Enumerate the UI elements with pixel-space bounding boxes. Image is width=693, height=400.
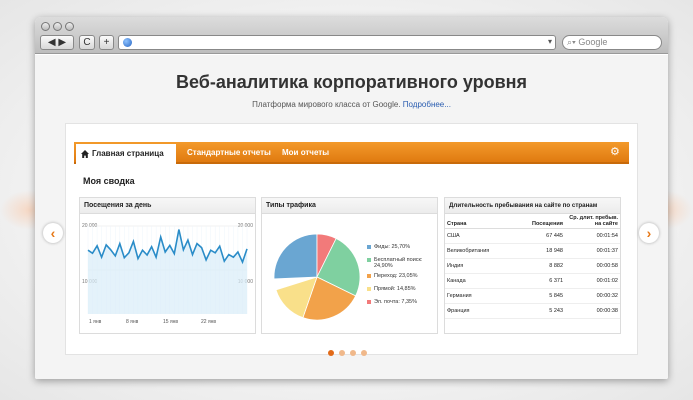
table-header-row: Страна Посещения Ср. длит. пребыв. на са… xyxy=(445,214,620,229)
table-row: Германия 5 845 00:00:32 xyxy=(445,288,620,304)
globe-icon xyxy=(123,38,132,47)
country-duration-panel: Длительность пребывания на сайте по стра… xyxy=(444,197,621,334)
cell-country: Франция xyxy=(445,303,515,319)
cell-duration: 00:00:32 xyxy=(565,288,620,304)
tab-bar: Главная страница Стандартные отчеты Мои … xyxy=(74,142,629,164)
date-label-4: 22 янв xyxy=(201,319,217,325)
next-slide-arrow[interactable]: › xyxy=(639,223,659,243)
legend-referral: Переход: 23,05% xyxy=(367,273,418,279)
cell-visits: 67 445 xyxy=(515,228,565,244)
reload-button[interactable]: C xyxy=(79,35,95,50)
cell-country: Великобритания xyxy=(445,243,515,259)
maximize-traffic-light[interactable] xyxy=(65,22,74,31)
table-row: Индия 8 882 00:00:58 xyxy=(445,258,620,274)
date-label-3: 15 янв xyxy=(163,319,179,325)
page-subtitle: Платформа мирового класса от Google. Под… xyxy=(35,100,668,109)
gear-icon[interactable]: ⚙ xyxy=(610,147,621,158)
back-forward-button[interactable]: ◀ ▶ xyxy=(40,35,74,50)
tab-my-reports[interactable]: Мои отчеты xyxy=(282,142,329,164)
legend-label: Бесплатный поиск: 24,90% xyxy=(374,257,423,269)
tab-standard-reports[interactable]: Стандартные отчеты xyxy=(187,142,271,164)
table-row: США 67 445 00:01:54 xyxy=(445,228,620,244)
visits-panel: Посещения за день 20 000 10 000 20 000 1… xyxy=(79,197,256,334)
cell-visits: 5 243 xyxy=(515,303,565,319)
table-row: Франция 5 243 00:00:38 xyxy=(445,303,620,319)
slide-dot-1[interactable] xyxy=(328,350,334,356)
legend-email: Эл. почта: 7,35% xyxy=(367,299,417,305)
page-title: Веб-аналитика корпоративного уровня xyxy=(175,72,528,92)
table-body: США 67 445 00:01:54 Великобритания 18 948 00:… xyxy=(445,228,620,319)
home-icon xyxy=(81,150,89,158)
add-tab-button[interactable]: + xyxy=(99,35,114,50)
col-country: Страна xyxy=(445,214,515,229)
close-traffic-light[interactable] xyxy=(41,22,50,31)
page-content: Веб-аналитика корпоративного уровня Плат… xyxy=(35,55,668,379)
country-table: Страна Посещения Ср. длит. пребыв. на са… xyxy=(445,214,620,319)
table-row: Великобритания 18 948 00:01:37 xyxy=(445,243,620,259)
search-placeholder: Google xyxy=(578,37,608,47)
cell-country: Германия xyxy=(445,288,515,304)
search-field[interactable]: ⌕▾ Google xyxy=(562,35,662,50)
browser-toolbar: ◀ ▶ C + ▾ ⌕▾ Google xyxy=(35,17,668,54)
legend-label: Эл. почта: 7,35% xyxy=(374,299,417,305)
traffic-types-panel: Типы трафика Фиды: 25,70% Бесплатный пои… xyxy=(261,197,438,334)
traffic-types-title: Типы трафика xyxy=(262,198,437,214)
dropdown-icon[interactable]: ▾ xyxy=(548,37,552,46)
slide-dot-3[interactable] xyxy=(350,350,356,356)
subtitle-text: Платформа мирового класса от Google. xyxy=(252,100,401,109)
country-duration-title: Длительность пребывания на сайте по стра… xyxy=(445,198,620,214)
search-icon: ⌕▾ xyxy=(567,37,579,47)
legend-feeds: Фиды: 25,70% xyxy=(367,244,411,250)
prev-slide-arrow[interactable]: ‹ xyxy=(43,223,63,243)
cell-duration: 00:01:37 xyxy=(565,243,620,259)
visits-line-chart xyxy=(87,225,248,314)
cell-country: Индия xyxy=(445,258,515,274)
legend-organic: Бесплатный поиск: 24,90% xyxy=(367,257,434,269)
slide-dot-4[interactable] xyxy=(361,350,367,356)
legend-swatch xyxy=(367,287,371,291)
legend-label: Прямой: 14,85% xyxy=(374,286,416,292)
analytics-card: Главная страница Стандартные отчеты Мои … xyxy=(65,123,638,355)
more-link[interactable]: Подробнее... xyxy=(403,100,451,109)
tab-home[interactable]: Главная страница xyxy=(76,144,176,164)
browser-window: ◀ ▶ C + ▾ ⌕▾ Google Веб-аналитика корпор… xyxy=(35,17,668,379)
cell-duration: 00:01:54 xyxy=(565,228,620,244)
visits-panel-title: Посещения за день xyxy=(80,198,255,214)
cell-duration: 00:00:58 xyxy=(565,258,620,274)
cell-country: США xyxy=(445,228,515,244)
cell-country: Канада xyxy=(445,273,515,289)
cell-duration: 00:00:38 xyxy=(565,303,620,319)
legend-label: Фиды: 25,70% xyxy=(374,244,411,250)
cell-visits: 5 845 xyxy=(515,288,565,304)
minimize-traffic-light[interactable] xyxy=(53,22,62,31)
legend-swatch xyxy=(367,274,371,278)
visits-area xyxy=(88,229,247,314)
legend-swatch xyxy=(367,300,371,304)
slide-dot-2[interactable] xyxy=(339,350,345,356)
legend-swatch xyxy=(367,245,371,249)
cell-duration: 00:01:02 xyxy=(565,273,620,289)
cell-visits: 8 882 xyxy=(515,258,565,274)
summary-heading: Моя сводка xyxy=(83,176,135,186)
address-bar[interactable]: ▾ xyxy=(118,35,556,50)
legend-label: Переход: 23,05% xyxy=(374,273,418,279)
col-visits: Посещения xyxy=(515,214,565,229)
date-label-2: 8 янв xyxy=(126,319,139,325)
cell-visits: 6 371 xyxy=(515,273,565,289)
cell-visits: 18 948 xyxy=(515,243,565,259)
col-duration: Ср. длит. пребыв. на сайте xyxy=(565,214,620,229)
legend-direct: Прямой: 14,85% xyxy=(367,286,416,292)
legend-swatch xyxy=(367,258,371,262)
tab-home-label: Главная страница xyxy=(92,149,164,158)
date-label-1: 1 янв xyxy=(89,319,102,325)
pie-slice xyxy=(273,233,318,280)
table-row: Канада 6 371 00:01:02 xyxy=(445,273,620,289)
